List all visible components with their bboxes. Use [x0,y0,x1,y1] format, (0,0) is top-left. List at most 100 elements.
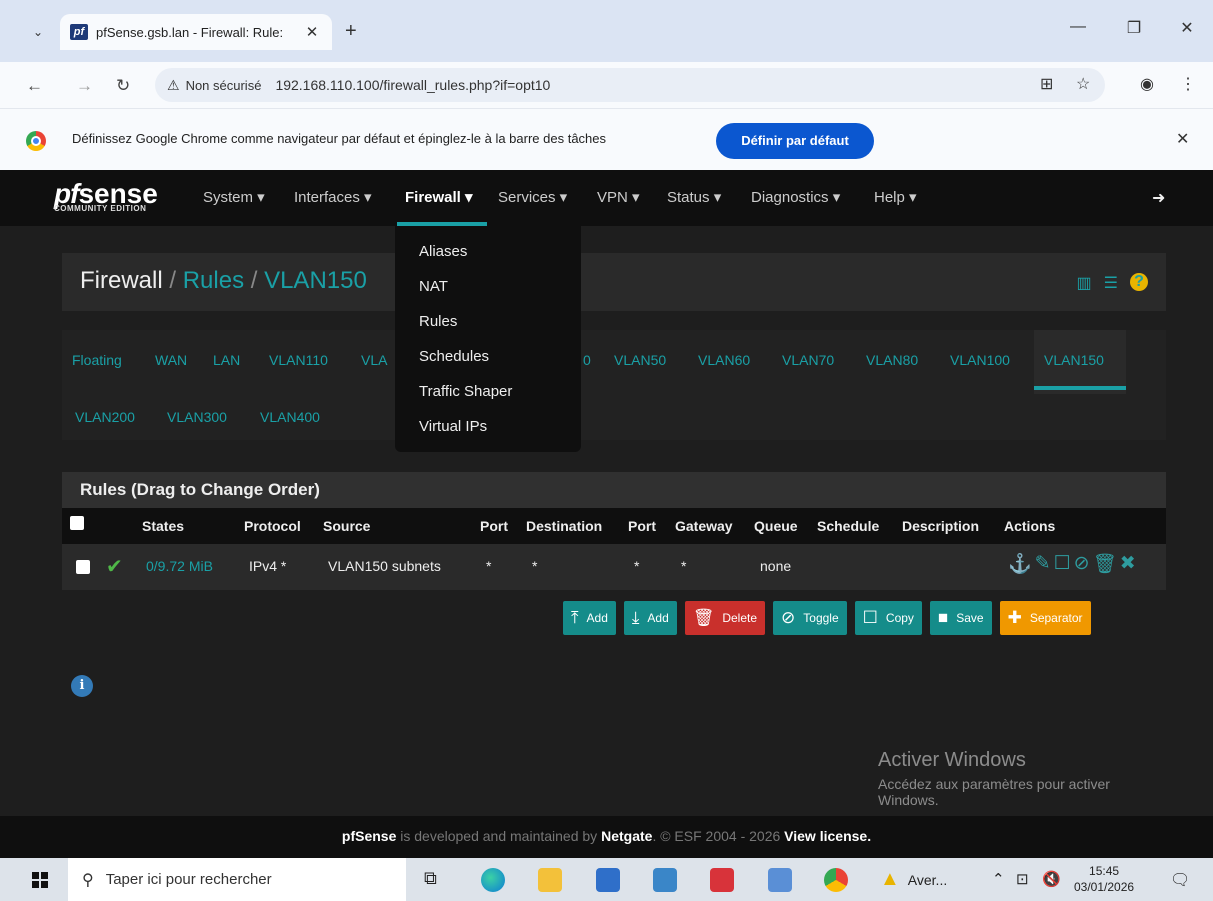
app-icon[interactable] [653,868,677,892]
chart-icon[interactable]: ▥ [1077,273,1092,293]
warning-icon[interactable]: ⚠ [167,77,180,94]
tab-list-chevron-icon[interactable]: ⌄ [28,22,48,42]
col-queue[interactable]: Queue [754,518,798,534]
row-states[interactable]: 0/9.72 MiB [146,558,213,574]
menu-item-traffic-shaper[interactable]: Traffic Shaper [419,383,512,400]
profile-icon[interactable]: ◉ [1140,74,1154,94]
col-states[interactable]: States [142,518,184,534]
browser-tab[interactable]: pf pfSense.gsb.lan - Firewall: Rule: ✕ [60,14,332,50]
forward-icon[interactable]: → [76,76,93,96]
menu-kebab-icon[interactable]: ⋮ [1180,74,1196,94]
close-tab-icon[interactable]: ✕ [302,23,322,41]
list-icon[interactable]: ☰ [1104,273,1118,293]
copy-icon[interactable]: ☐ [1054,552,1071,576]
menu-item-schedules[interactable]: Schedules [419,348,489,365]
tab-floating[interactable]: Floating [72,352,122,368]
col-gateway[interactable]: Gateway [675,518,733,534]
delete-button[interactable]: 🗑 Delete [684,601,766,635]
menu-item-virtual-ips[interactable]: Virtual IPs [419,418,487,435]
tab-vlan50[interactable]: VLAN50 [614,352,666,368]
anydesk-icon[interactable] [710,868,734,892]
delete-x-icon[interactable]: ✖ [1120,552,1136,576]
tab-partial-0[interactable]: 0 [583,352,591,368]
menu-item-rules[interactable]: Rules [419,313,457,330]
tab-vlan100[interactable]: VLAN100 [950,352,1010,368]
tab-vlan110[interactable]: VLAN110 [269,352,328,368]
taskbar-clock[interactable]: 15:45 03/01/2026 [1074,863,1134,895]
taskbar-aver-app[interactable]: ▲ Aver... [880,868,947,891]
nav-status[interactable]: Status ▾ [667,188,721,206]
security-label[interactable]: Non sécurisé [186,78,262,93]
tray-chevron-up-icon[interactable]: ⌃ [992,870,1005,888]
volume-muted-icon[interactable]: 🔇 [1042,870,1061,888]
translate-icon[interactable]: ⊞ [1040,74,1053,94]
row-checkbox[interactable] [76,560,90,574]
nav-firewall[interactable]: Firewall ▾ [405,188,473,206]
tab-vlan150[interactable]: VLAN150 [1044,352,1104,368]
anchor-icon[interactable]: ⚓ [1008,552,1032,576]
nav-system[interactable]: System ▾ [203,188,265,206]
pfsense-logo[interactable]: pfsense COMMUNITY EDITION [54,178,158,213]
copy-button[interactable]: ☐ Copy [854,601,922,635]
network-app-icon[interactable] [768,868,792,892]
tab-vlan70[interactable]: VLAN70 [782,352,834,368]
tab-vlan60[interactable]: VLAN60 [698,352,750,368]
toggle-button[interactable]: ⊘ Toggle [773,601,847,635]
select-all-checkbox[interactable] [70,516,84,530]
nav-help[interactable]: Help ▾ [874,188,917,206]
file-explorer-icon[interactable] [538,868,562,892]
taskbar-search-input[interactable]: ⚲ Taper ici pour rechercher [68,858,406,901]
add-top-button[interactable]: ⤒ Add [563,601,616,635]
nav-vpn[interactable]: VPN ▾ [597,188,640,206]
col-destination[interactable]: Destination [526,518,602,534]
windows-start-icon[interactable] [32,872,48,888]
help-icon[interactable]: ? [1130,273,1148,291]
nav-interfaces[interactable]: Interfaces ▾ [294,188,372,206]
breadcrumb-iface[interactable]: VLAN150 [264,267,367,294]
new-tab-icon[interactable]: + [345,20,357,43]
back-icon[interactable]: ← [26,76,43,96]
col-description[interactable]: Description [902,518,979,534]
url-input[interactable]: ⚠ Non sécurisé 192.168.110.100/firewall_… [155,68,1105,102]
add-bottom-button[interactable]: ⤓ Add [623,601,677,635]
separator-button[interactable]: ✚ Separator [999,601,1091,635]
trash-icon[interactable]: 🗑 [1093,552,1117,576]
nav-diagnostics[interactable]: Diagnostics ▾ [751,188,840,206]
footer-netgate-link[interactable]: Netgate [601,828,652,844]
chrome-taskbar-icon[interactable] [824,868,848,892]
col-schedule[interactable]: Schedule [817,518,879,534]
set-default-button[interactable]: Définir par défaut [716,123,874,159]
close-window-icon[interactable]: ✕ [1172,18,1202,38]
reload-icon[interactable]: ↻ [116,76,130,96]
nav-services[interactable]: Services ▾ [498,188,567,206]
edit-pencil-icon[interactable]: ✎ [1035,552,1051,576]
tab-wan[interactable]: WAN [155,352,187,368]
save-button[interactable]: ■ Save [929,601,992,635]
restore-icon[interactable]: ❐ [1119,18,1149,38]
info-icon[interactable]: i [71,675,93,697]
logout-icon[interactable]: ➜ [1152,188,1165,208]
notifications-icon[interactable]: 🗨 [1170,870,1190,890]
tab-vlan80[interactable]: VLAN80 [866,352,918,368]
col-dest-port[interactable]: Port [628,518,656,534]
edge-icon[interactable] [481,868,505,892]
menu-item-aliases[interactable]: Aliases [419,243,467,260]
url-text[interactable]: 192.168.110.100/firewall_rules.php?if=op… [275,77,550,93]
col-port[interactable]: Port [480,518,508,534]
network-tray-icon[interactable]: ⊡ [1016,870,1029,888]
tab-vlan300[interactable]: VLAN300 [167,409,227,425]
tab-vlan200[interactable]: VLAN200 [75,409,135,425]
disable-icon[interactable]: ⊘ [1074,552,1090,576]
minimize-icon[interactable]: — [1063,18,1093,36]
bookmark-star-icon[interactable]: ☆ [1076,74,1090,94]
menu-item-nat[interactable]: NAT [419,278,448,295]
tab-vla-partial[interactable]: VLA [361,352,387,368]
store-icon[interactable] [596,868,620,892]
tab-vlan400[interactable]: VLAN400 [260,409,320,425]
infobar-close-icon[interactable]: ✕ [1176,129,1189,149]
col-protocol[interactable]: Protocol [244,518,301,534]
col-source[interactable]: Source [323,518,370,534]
table-row[interactable]: ✔ 0/9.72 MiB IPv4 * VLAN150 subnets * * … [62,548,1166,586]
tab-lan[interactable]: LAN [213,352,240,368]
task-view-icon[interactable]: ⧉ [424,868,437,889]
